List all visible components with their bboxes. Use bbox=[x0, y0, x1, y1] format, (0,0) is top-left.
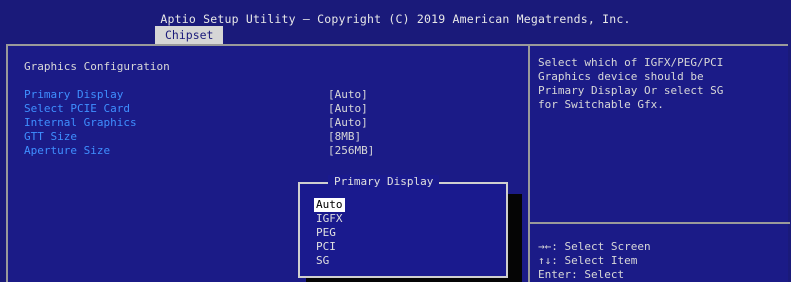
setting-value[interactable]: [Auto] bbox=[328, 102, 368, 115]
setting-value[interactable]: [Auto] bbox=[328, 116, 368, 129]
key-hint-select-item: ↑↓: Select Item bbox=[538, 254, 638, 267]
header-bar: Aptio Setup Utility – Copyright (C) 2019… bbox=[0, 0, 791, 44]
key-hint-select-screen: →←: Select Screen bbox=[538, 240, 651, 253]
setting-label: Select PCIE Card bbox=[24, 102, 130, 115]
tab-chipset[interactable]: Chipset bbox=[155, 26, 224, 44]
help-divider bbox=[530, 222, 790, 224]
setting-row-gtt-size[interactable]: GTT Size [8MB] bbox=[24, 130, 524, 144]
key-hint-enter: Enter: Select bbox=[538, 268, 625, 281]
setting-row-internal-graphics[interactable]: Internal Graphics [Auto] bbox=[24, 116, 524, 130]
popup-option-igfx[interactable]: IGFX bbox=[314, 212, 345, 226]
setting-label: GTT Size bbox=[24, 130, 77, 143]
popup-option-auto[interactable]: Auto bbox=[314, 198, 345, 212]
help-text: Select which of IGFX/PEG/PCI Graphics de… bbox=[538, 56, 724, 111]
panel-divider bbox=[528, 46, 530, 282]
setting-row-aperture-size[interactable]: Aperture Size [256MB] bbox=[24, 144, 524, 158]
setting-value[interactable]: [256MB] bbox=[328, 144, 374, 157]
help-panel: Select which of IGFX/PEG/PCI Graphics de… bbox=[538, 56, 778, 112]
primary-display-popup[interactable]: Primary Display Auto IGFX PEG PCI SG bbox=[298, 175, 508, 278]
setting-value[interactable]: [Auto] bbox=[328, 88, 368, 101]
popup-title: Primary Display bbox=[328, 175, 440, 188]
setting-label: Aperture Size bbox=[24, 144, 111, 157]
key-hints: →←: Select Screen ↑↓: Select Item Enter:… bbox=[538, 240, 651, 282]
setting-value[interactable]: [8MB] bbox=[328, 130, 361, 143]
popup-option-peg[interactable]: PEG bbox=[314, 226, 338, 240]
popup-option-sg[interactable]: SG bbox=[314, 254, 331, 268]
section-title: Graphics Configuration bbox=[24, 60, 170, 73]
setting-row-primary-display[interactable]: Primary Display [Auto] bbox=[24, 88, 524, 102]
setting-label: Primary Display bbox=[24, 88, 124, 101]
popup-option-pci[interactable]: PCI bbox=[314, 240, 338, 254]
setting-row-select-pcie-card[interactable]: Select PCIE Card [Auto] bbox=[24, 102, 524, 116]
app-title: Aptio Setup Utility – Copyright (C) 2019… bbox=[160, 12, 631, 26]
setting-label: Internal Graphics bbox=[24, 116, 137, 129]
